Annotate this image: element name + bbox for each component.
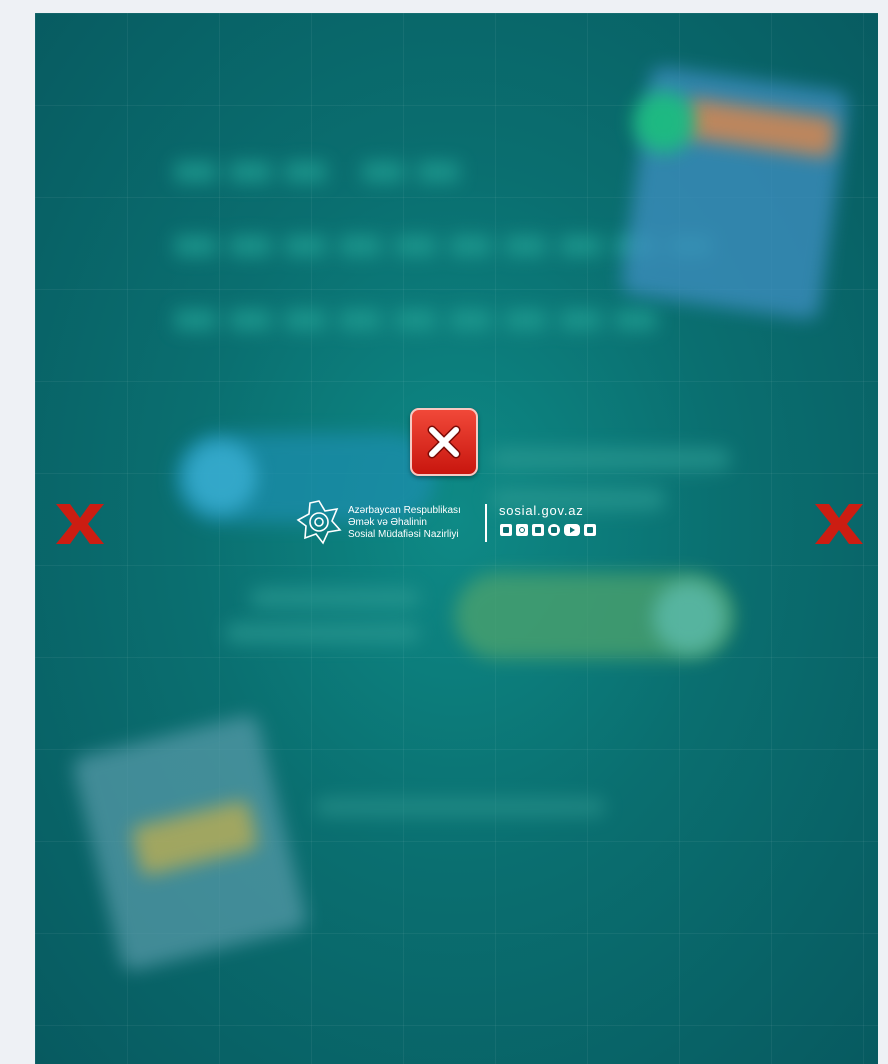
logo-divider: [485, 504, 487, 542]
instagram-icon[interactable]: [516, 524, 528, 536]
telegram-icon[interactable]: [532, 524, 544, 536]
x-twitter-icon[interactable]: [548, 524, 560, 536]
close-icon: [427, 425, 461, 459]
blurred-blue-circle: [185, 441, 257, 513]
blurred-badge: [633, 91, 695, 153]
ministry-emblem-icon: [296, 500, 342, 545]
close-x-icon: [815, 504, 863, 544]
ministry-line-1: Azərbaycan Respublikası: [348, 505, 461, 516]
linkedin-icon[interactable]: [584, 524, 596, 536]
website-link[interactable]: sosial.gov.az: [499, 503, 584, 518]
blurred-text-line: [250, 588, 420, 608]
blurred-text-line: [225, 623, 420, 643]
blurred-url-line: [315, 798, 605, 816]
ministry-line-2: Əmək və Əhalinin: [348, 517, 427, 528]
right-close-x[interactable]: [811, 500, 867, 548]
social-links: [500, 524, 596, 536]
close-button[interactable]: [410, 408, 478, 476]
blurred-green-circle: [653, 581, 725, 653]
ministry-name: Azərbaycan Respublikası Əmək və Əhalinin…: [348, 505, 461, 541]
close-x-icon: [56, 504, 104, 544]
ministry-logo: Azərbaycan Respublikası Əmək və Əhalinin…: [296, 499, 596, 549]
left-close-x[interactable]: [52, 500, 108, 548]
youtube-icon[interactable]: [564, 524, 580, 536]
facebook-icon[interactable]: [500, 524, 512, 536]
blurred-text-line: [490, 448, 730, 470]
ministry-line-3: Sosial Müdafiəsi Nazirliyi: [348, 529, 459, 540]
